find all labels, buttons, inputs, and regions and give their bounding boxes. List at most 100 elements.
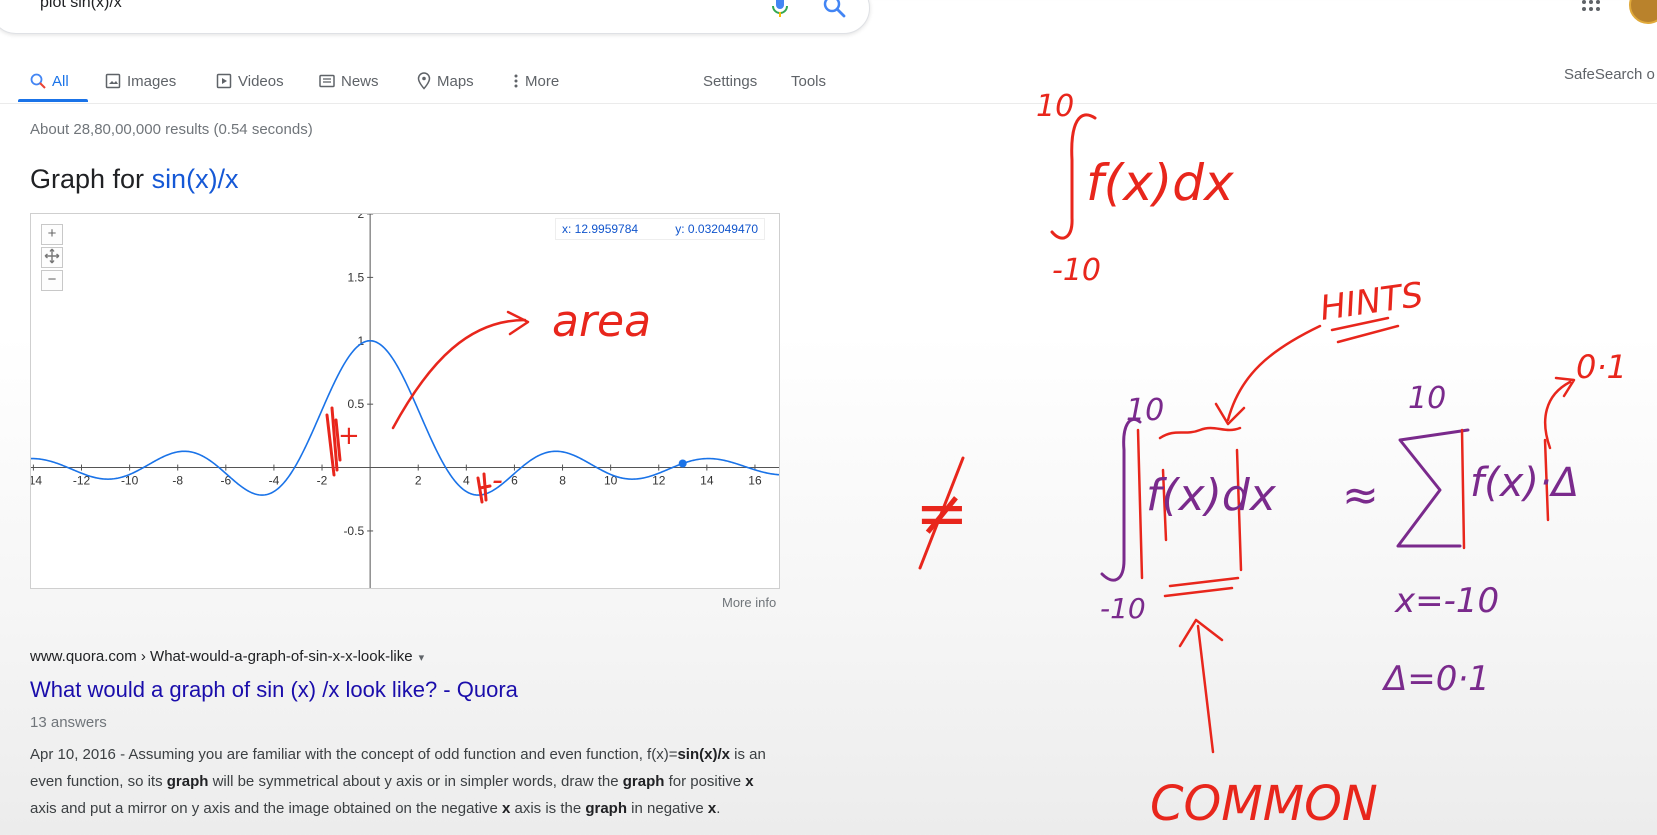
more-info-link[interactable]: More info: [722, 595, 776, 610]
tools-link[interactable]: Tools: [791, 62, 826, 100]
integral-sign: [1050, 113, 1097, 240]
sum-lower: x=-10: [1394, 581, 1499, 621]
result-url: www.quora.com › What-would-a-graph-of-si…: [30, 648, 413, 665]
sigma-red-line: [1460, 428, 1466, 550]
result-cite[interactable]: www.quora.com › What-would-a-graph-of-si…: [30, 648, 424, 665]
tab-videos[interactable]: Videos: [216, 62, 284, 100]
x-tick-label: 4: [463, 474, 470, 488]
coordinate-readout: x: 12.9959784 y: 0.032049470: [555, 218, 765, 240]
more-vert-icon: [514, 74, 518, 88]
purple-integral-sign: [1100, 417, 1142, 582]
search-icon[interactable]: [822, 0, 846, 23]
top-int-upper: 10: [1036, 89, 1074, 124]
y-tick-label: 0.5: [347, 397, 364, 411]
not-equal-line: [918, 456, 965, 570]
tab-label: All: [52, 72, 69, 90]
settings-link[interactable]: Settings: [703, 62, 757, 100]
approx-int-lower: -10: [1100, 592, 1146, 625]
top-int-body: f(x)dx: [1086, 154, 1234, 212]
result-title-link[interactable]: What would a graph of sin (x) /x look li…: [30, 677, 518, 703]
tabs-divider: [0, 103, 1657, 104]
approx-sign: ≈: [1342, 470, 1379, 521]
pan-button[interactable]: [41, 247, 63, 268]
common-underline: [1163, 576, 1240, 598]
y-tick-label: 2: [357, 214, 364, 221]
zoom-controls: + −: [41, 224, 63, 293]
tools-label: Tools: [791, 72, 827, 90]
x-tick-label: -2: [317, 474, 328, 488]
tab-label: More: [525, 72, 560, 90]
news-icon: [319, 74, 335, 88]
tab-more[interactable]: More: [513, 62, 559, 100]
tab-maps[interactable]: Maps: [417, 62, 474, 100]
coord-x: x: 12.9959784: [562, 222, 639, 236]
delta-value: 0·1: [1576, 348, 1627, 386]
approx-rhs: f(x)·Δ: [1470, 460, 1579, 506]
tab-label: Images: [127, 72, 177, 90]
top-int-lower: -10: [1052, 253, 1101, 288]
x-tick-label: -4: [269, 474, 280, 488]
x-tick-label: -8: [172, 474, 183, 488]
result-date: Apr 10, 2016: [30, 746, 116, 763]
red-box-left: [1136, 428, 1168, 580]
result-snippet: Apr 10, 2016 - Assuming you are familiar…: [30, 741, 770, 822]
y-tick-label: -0.5: [343, 524, 364, 538]
delta-def: Δ=0·1: [1381, 659, 1490, 699]
play-icon: [216, 73, 232, 89]
x-tick-label: -10: [121, 474, 139, 488]
graph-title: Graph for sin(x)/x: [30, 164, 239, 195]
approx-int-upper: 10: [1126, 393, 1164, 428]
sigma-sign: [1396, 428, 1470, 548]
graph-title-prefix: Graph for: [30, 164, 152, 194]
avatar[interactable]: [1629, 0, 1657, 24]
result-stats: About 28,80,00,000 results (0.54 seconds…: [30, 121, 313, 138]
x-tick-label: 2: [415, 474, 422, 488]
common-label: COMMON: [1150, 776, 1378, 832]
search-icon: [30, 73, 46, 89]
tab-label: News: [341, 72, 379, 90]
tab-label: Maps: [437, 72, 474, 90]
x-tick-label: 14: [700, 474, 714, 488]
move-icon: [44, 248, 60, 264]
sum-upper: 10: [1408, 381, 1446, 416]
plot-canvas[interactable]: -14-12-10-8-6-4-2246810121416-0.50.511.5…: [31, 214, 779, 588]
highlight-point: [678, 459, 687, 468]
x-tick-label: -6: [220, 474, 231, 488]
settings-label: Settings: [703, 72, 758, 90]
common-arrow: [1178, 618, 1224, 754]
tab-images[interactable]: Images: [105, 62, 176, 100]
result-answers: 13 answers: [30, 714, 107, 731]
zoom-in-button[interactable]: +: [41, 224, 63, 245]
y-tick-label: 1.5: [347, 270, 364, 284]
hints-brace: [1158, 426, 1242, 440]
search-input[interactable]: plot sin(x)/x: [40, 0, 122, 12]
x-tick-label: -14: [31, 474, 42, 488]
zoom-out-button[interactable]: −: [41, 270, 63, 291]
snippet-text: - Assuming you are familiar with the con…: [30, 746, 766, 817]
sinc-curve: [31, 339, 779, 496]
microphone-icon[interactable]: [772, 0, 788, 23]
graph-title-function[interactable]: sin(x)/x: [152, 164, 239, 194]
hints-arrow: [1214, 324, 1322, 426]
map-pin-icon: [417, 72, 431, 90]
tab-news[interactable]: News: [319, 62, 379, 100]
not-equal-label: ≠: [915, 477, 969, 551]
function-graph[interactable]: -14-12-10-8-6-4-2246810121416-0.50.511.5…: [30, 213, 780, 589]
x-tick-label: 8: [559, 474, 566, 488]
approx-lhs: f(x)dx: [1146, 470, 1277, 521]
tab-label: Videos: [238, 72, 284, 90]
hints-underline: [1330, 316, 1400, 344]
hints-label: HINTS: [1318, 275, 1426, 329]
active-tab-indicator: [18, 99, 88, 102]
chevron-down-icon[interactable]: ▾: [419, 652, 425, 664]
apps-grid-icon[interactable]: [1581, 0, 1601, 18]
delta-arrow: [1543, 376, 1576, 450]
safesearch-link[interactable]: SafeSearch o: [1564, 66, 1655, 83]
search-box[interactable]: [0, 0, 870, 34]
red-box-right: [1235, 448, 1243, 572]
image-icon: [105, 73, 121, 89]
coord-y: y: 0.032049470: [675, 222, 758, 236]
tab-all[interactable]: All: [30, 62, 69, 100]
x-tick-label: 16: [748, 474, 762, 488]
delta-red-line: [1543, 438, 1550, 522]
